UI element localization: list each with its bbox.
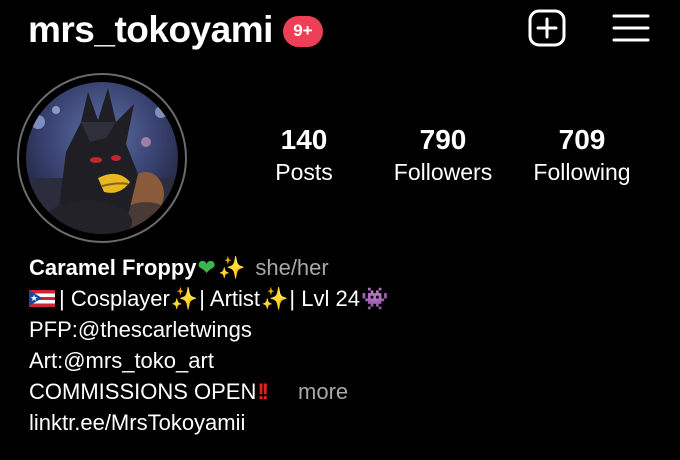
notification-badge[interactable]: 9+ xyxy=(282,15,323,47)
posts-label: Posts xyxy=(275,159,333,185)
posts-stat: 140 Posts xyxy=(258,124,350,187)
bio-line-roles: | Cosplayer ✨ | Artist ✨ | Lvl 24 👾 xyxy=(29,283,389,314)
bio-line-commissions: COMMISSIONS OPEN !! more xyxy=(29,376,389,407)
followers-count[interactable]: 790 xyxy=(383,124,503,156)
double-exclamation-icon: !! xyxy=(257,379,269,404)
menu-button[interactable] xyxy=(611,8,651,48)
posts-count: 140 xyxy=(280,124,328,155)
bio-line-pfp: PFP:@thescarletwings xyxy=(29,314,389,345)
username[interactable]: mrs_tokoyami xyxy=(28,9,273,51)
bio-line-link: linktr.ee/MrsTokoyamii xyxy=(29,407,389,438)
puerto-rico-flag-icon xyxy=(29,290,55,307)
sparkles-icon: ✨ xyxy=(261,286,289,311)
bio-art-account[interactable]: Art:@mrs_toko_art xyxy=(29,345,214,376)
followers-stat[interactable]: 790 Followers xyxy=(383,124,503,187)
profile-avatar[interactable] xyxy=(17,73,187,243)
profile-bio: Caramel Froppy ❤ ✨ she/her | Cosplayer ✨… xyxy=(29,252,389,438)
bio-line-art: Art:@mrs_toko_art xyxy=(29,345,389,376)
following-count[interactable]: 709 xyxy=(522,124,642,156)
sparkles-icon: ✨ xyxy=(217,255,246,280)
green-heart-icon: ❤ xyxy=(197,255,216,280)
bio-cosplayer: | Cosplayer xyxy=(59,286,170,311)
bio-level: | Lvl 24 xyxy=(289,286,360,311)
bio-name-line: Caramel Froppy ❤ ✨ she/her xyxy=(29,252,389,283)
plus-square-icon xyxy=(528,9,566,47)
following-label[interactable]: Following xyxy=(522,157,642,187)
new-post-button[interactable] xyxy=(527,8,567,48)
pronouns: she/her xyxy=(255,255,329,280)
avatar-ring xyxy=(17,73,187,243)
more-button[interactable]: more xyxy=(298,376,348,407)
avatar-image xyxy=(26,82,178,234)
hamburger-menu-icon xyxy=(612,14,650,42)
sparkles-icon: ✨ xyxy=(170,286,199,311)
followers-label[interactable]: Followers xyxy=(383,157,503,187)
bio-link[interactable]: linktr.ee/MrsTokoyamii xyxy=(29,407,245,438)
following-stat[interactable]: 709 Following xyxy=(522,124,642,187)
bio-commissions: COMMISSIONS OPEN xyxy=(29,379,257,404)
space-invader-icon: 👾 xyxy=(360,286,389,311)
display-name: Caramel Froppy xyxy=(29,255,197,280)
bio-pfp-credit[interactable]: PFP:@thescarletwings xyxy=(29,314,252,345)
bio-artist: | Artist xyxy=(199,286,261,311)
profile-header: mrs_tokoyami 9+ xyxy=(28,8,323,52)
